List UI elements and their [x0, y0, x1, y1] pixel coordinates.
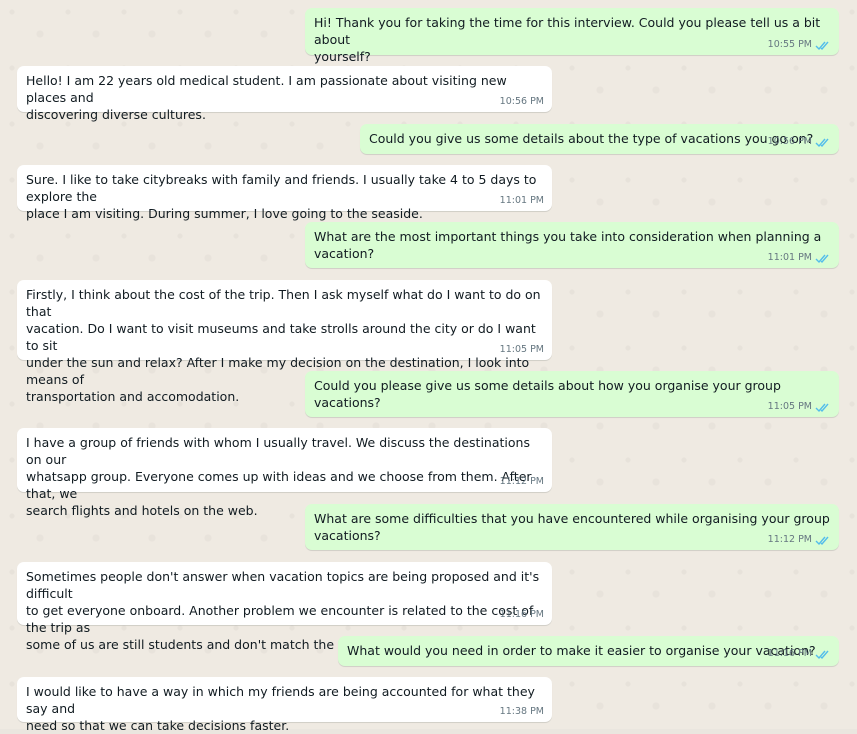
message-text: Hello! I am 22 years old medical student… — [26, 73, 507, 122]
message-time: 10:56 PM — [767, 136, 812, 147]
message-bubble-outgoing[interactable]: What are some difficulties that you have… — [305, 504, 839, 550]
message-text: What are the most important things you t… — [314, 229, 822, 261]
message-bubble-outgoing[interactable]: Could you give us some details about the… — [360, 124, 839, 154]
message-time: 10:55 PM — [767, 39, 812, 50]
double-check-read-icon — [815, 536, 829, 545]
message-text: Could you give us some details about the… — [369, 131, 814, 146]
double-check-read-icon — [815, 41, 829, 50]
message-bubble-incoming[interactable]: I would like to have a way in which my f… — [17, 677, 552, 733]
message-bubble-incoming[interactable]: Sure. I like to take citybreaks with fam… — [17, 165, 552, 221]
message-text: I would like to have a way in which my f… — [26, 684, 535, 733]
message-time: 11:05 PM — [767, 401, 812, 412]
message-time: 11:16 PM — [499, 609, 544, 620]
double-check-read-icon — [815, 138, 829, 147]
message-bubble-incoming[interactable]: Hello! I am 22 years old medical student… — [17, 66, 552, 122]
message-time: 11:01 PM — [767, 252, 812, 263]
message-bubble-incoming[interactable]: Firstly, I think about the cost of the t… — [17, 280, 552, 404]
message-bubble-outgoing[interactable]: Could you please give us some details ab… — [305, 371, 839, 417]
message-text: What are some difficulties that you have… — [314, 511, 830, 543]
message-time: 11:12 PM — [767, 534, 812, 545]
message-text: Hi! Thank you for taking the time for th… — [314, 15, 821, 64]
double-check-read-icon — [815, 254, 829, 263]
message-bubble-incoming[interactable]: I have a group of friends with whom I us… — [17, 428, 552, 518]
double-check-read-icon — [815, 650, 829, 659]
message-time: 11:16 PM — [767, 648, 812, 659]
message-text: Could you please give us some details ab… — [314, 378, 781, 410]
message-time: 11:38 PM — [499, 706, 544, 717]
message-time: 10:56 PM — [499, 96, 544, 107]
message-text: Sure. I like to take citybreaks with fam… — [26, 172, 537, 221]
double-check-read-icon — [815, 403, 829, 412]
message-time: 11:05 PM — [499, 344, 544, 355]
message-text: What would you need in order to make it … — [347, 643, 816, 658]
message-bubble-outgoing[interactable]: What are the most important things you t… — [305, 222, 839, 268]
message-bubble-incoming[interactable]: Sometimes people don't answer when vacat… — [17, 562, 552, 652]
message-time: 11:12 PM — [499, 476, 544, 487]
message-bubble-outgoing[interactable]: Hi! Thank you for taking the time for th… — [305, 8, 839, 64]
message-bubble-outgoing[interactable]: What would you need in order to make it … — [338, 636, 839, 666]
message-time: 11:01 PM — [499, 195, 544, 206]
